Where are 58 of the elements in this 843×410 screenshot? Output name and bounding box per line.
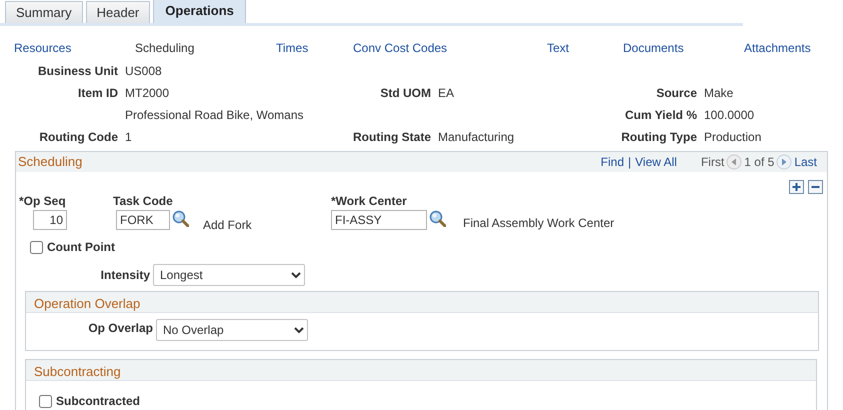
field-value: 100.0000 [703, 107, 754, 124]
page-link[interactable]: Times [276, 39, 308, 60]
field-label: Routing State [353, 129, 431, 146]
op-overlap-select[interactable]: No Overlap [156, 319, 308, 341]
task-code-field[interactable]: FORK [116, 210, 170, 230]
page-link[interactable]: Text [547, 39, 570, 60]
field-value: Manufacturing [437, 129, 514, 146]
checkbox-label: Count Point [47, 239, 115, 256]
page-link-current[interactable]: Scheduling [135, 39, 194, 60]
page-link[interactable]: Conv Cost Codes [353, 39, 448, 60]
tab[interactable]: Operations [153, 0, 246, 23]
op-seq-field[interactable]: 10 [33, 210, 67, 230]
field-label: Op Overlap [87, 320, 153, 337]
field-label: Intensity [100, 267, 150, 284]
field-value: US008 [124, 63, 162, 80]
search-icon[interactable] [429, 210, 446, 227]
section-title: Operation Overlap [34, 296, 140, 311]
find-link[interactable]: Find [600, 153, 624, 171]
last-link[interactable]: Last [794, 153, 817, 171]
view-all-link[interactable]: View All [635, 153, 677, 171]
field-label: *Work Center [331, 193, 408, 210]
field-value: Make [703, 85, 734, 102]
count-point-checkbox[interactable] [30, 240, 43, 254]
search-icon[interactable] [172, 210, 189, 227]
field-label: Std UOM [380, 85, 431, 102]
page-link[interactable]: Documents [623, 39, 684, 60]
field-description: Final Assembly Work Center [463, 215, 614, 232]
checkbox-label: Subcontracted [56, 393, 140, 410]
field-label: *Op Seq [19, 193, 67, 210]
tab[interactable]: Header [86, 1, 150, 23]
remove-icon[interactable] [808, 180, 823, 194]
field-label: Routing Type [621, 129, 697, 146]
field-label: Cum Yield % [624, 107, 697, 124]
add-icon[interactable] [789, 180, 804, 194]
record-position: 1 of 5 [744, 154, 774, 171]
first-label: First [700, 154, 724, 171]
previous-icon[interactable] [726, 154, 742, 170]
page-link[interactable]: Attachments [744, 39, 811, 60]
section-title: Scheduling [18, 153, 82, 172]
field-label: Source [656, 85, 697, 102]
field-label: Item ID [78, 85, 118, 102]
field-label: Routing Code [39, 129, 118, 146]
field-description: Add Fork [203, 217, 252, 234]
field-value: Production [703, 129, 762, 146]
field-value: Professional Road Bike, Womans [124, 107, 304, 124]
field-label: Business Unit [38, 63, 118, 80]
field-value: MT2000 [124, 85, 170, 102]
next-icon[interactable] [776, 154, 792, 170]
field-value: 1 [124, 129, 132, 146]
intensity-select[interactable]: Longest [153, 264, 305, 286]
tab[interactable]: Summary [5, 1, 83, 23]
section-title: Subcontracting [34, 364, 121, 379]
field-value: EA [437, 85, 454, 102]
work-center-field[interactable]: FI-ASSY [331, 210, 427, 230]
field-label: Task Code [113, 193, 174, 210]
separator: | [628, 154, 632, 171]
page-link[interactable]: Resources [14, 39, 72, 60]
subcontracted-checkbox[interactable] [39, 394, 52, 408]
